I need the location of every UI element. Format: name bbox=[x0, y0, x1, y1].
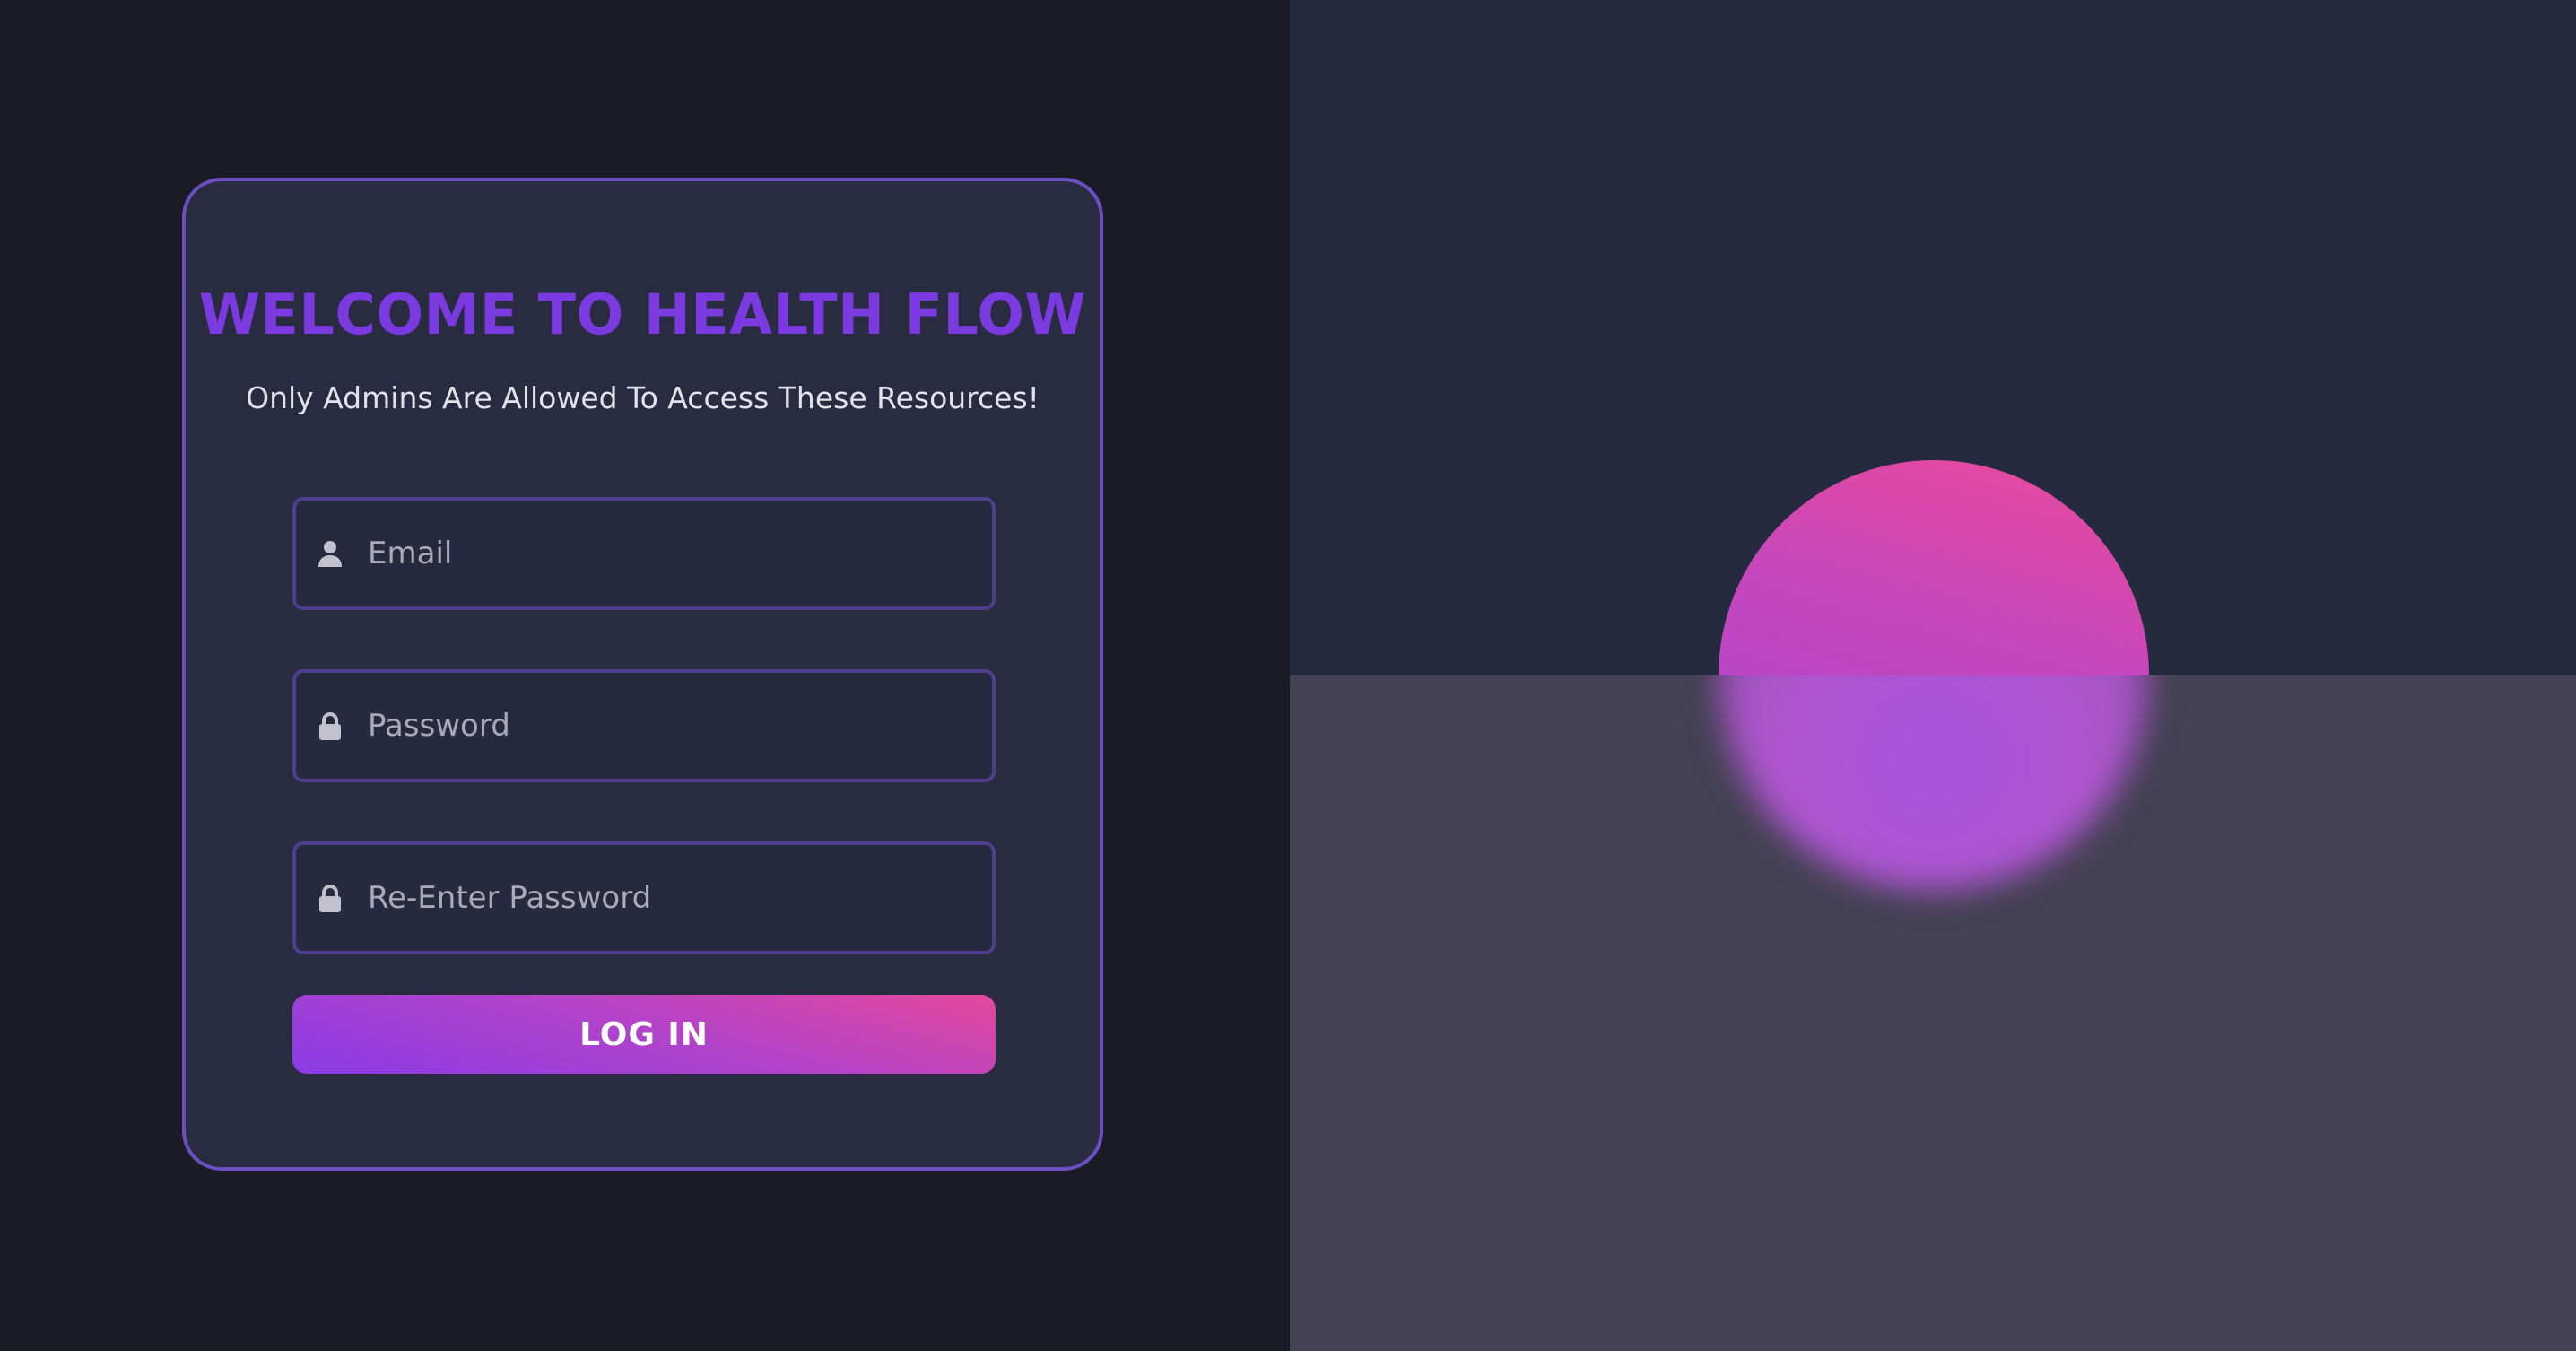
password-field[interactable] bbox=[292, 669, 996, 782]
password-input[interactable] bbox=[368, 673, 978, 779]
page-subtitle: Only Admins Are Allowed To Access These … bbox=[246, 380, 1040, 415]
confirm-password-input[interactable] bbox=[368, 845, 978, 951]
email-field[interactable] bbox=[292, 497, 996, 610]
confirm-password-field[interactable] bbox=[292, 841, 996, 954]
page-title: WELCOME TO HEALTH FLOW bbox=[198, 282, 1087, 347]
lock-icon bbox=[316, 711, 344, 740]
decorative-sunset-panel bbox=[1290, 0, 2576, 1351]
login-button[interactable]: LOG IN bbox=[292, 995, 996, 1074]
login-page: WELCOME TO HEALTH FLOW Only Admins Are A… bbox=[0, 0, 2576, 1351]
login-card: WELCOME TO HEALTH FLOW Only Admins Are A… bbox=[182, 178, 1103, 1171]
email-input[interactable] bbox=[368, 501, 978, 606]
user-icon bbox=[316, 539, 344, 568]
left-pane: WELCOME TO HEALTH FLOW Only Admins Are A… bbox=[0, 0, 1290, 1351]
lock-icon bbox=[316, 884, 344, 912]
